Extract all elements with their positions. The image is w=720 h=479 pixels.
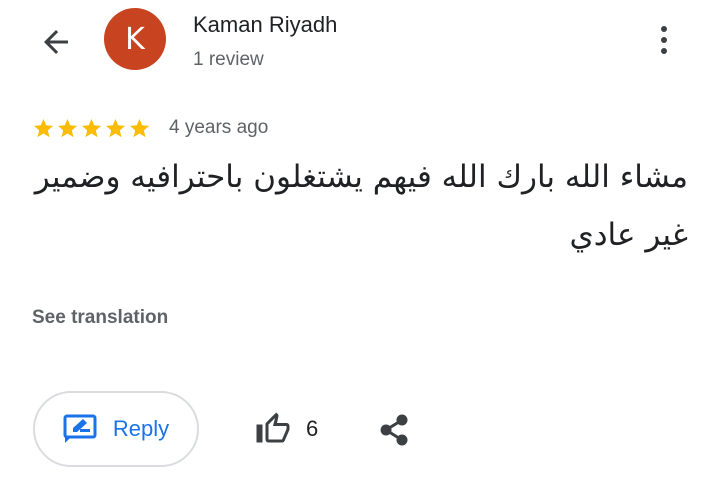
- reply-label: Reply: [112, 416, 170, 441]
- more-vert-icon-dot: [661, 48, 667, 54]
- thumb-up-icon: [256, 412, 290, 443]
- review-count: 1 review: [193, 49, 264, 70]
- star-icon: [57, 118, 78, 138]
- avatar[interactable]: K: [104, 8, 166, 70]
- share-icon: [380, 414, 408, 446]
- like-count: 6: [306, 416, 319, 441]
- review-date: 4 years ago: [169, 117, 269, 138]
- star-icon: [105, 118, 126, 138]
- arrow-back-icon: [44, 30, 68, 54]
- star-rating: [32, 117, 151, 140]
- reply-button[interactable]: Reply: [33, 391, 199, 467]
- more-options-button[interactable]: [652, 22, 676, 58]
- share-button[interactable]: [378, 413, 410, 447]
- back-button[interactable]: [34, 20, 78, 64]
- see-translation-link[interactable]: See translation: [32, 307, 168, 329]
- more-vert-icon-dot: [661, 37, 667, 43]
- review-text: مشاء الله بارك الله فيهم يشتغلون باحتراف…: [34, 159, 688, 253]
- like-button[interactable]: 6: [254, 411, 318, 447]
- star-icon: [33, 118, 54, 138]
- rate-review-icon: [63, 414, 97, 443]
- more-vert-icon: [661, 26, 667, 32]
- star-icon: [81, 118, 102, 138]
- star-icon: [129, 118, 150, 138]
- reviewer-name[interactable]: Kaman Riyadh: [193, 12, 337, 38]
